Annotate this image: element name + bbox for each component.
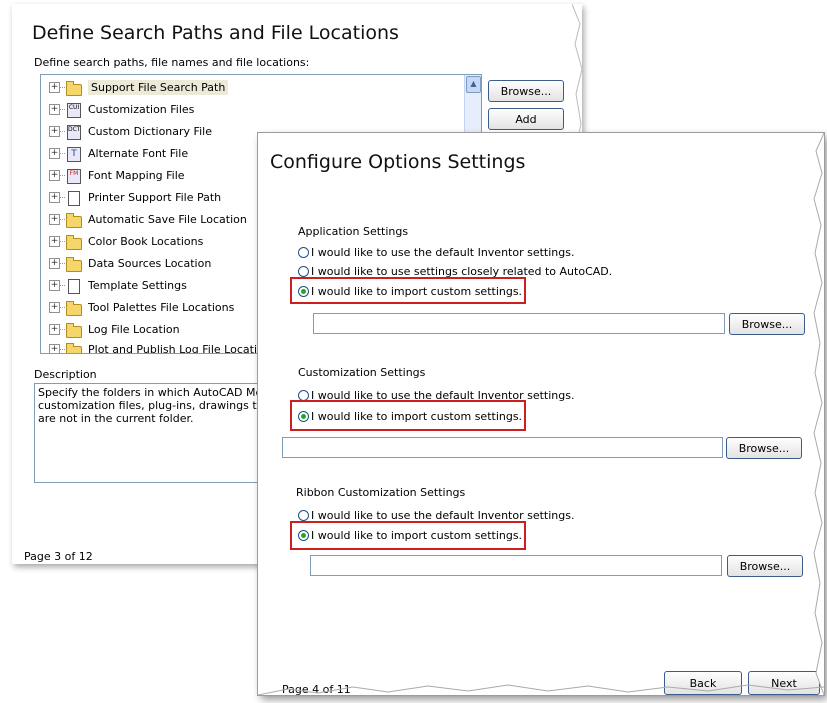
expand-icon[interactable]: + bbox=[49, 170, 65, 181]
tree-item[interactable]: + Tool Palettes File Locations bbox=[41, 297, 234, 318]
customization-file-icon: CUI bbox=[66, 102, 82, 118]
radio-option[interactable]: I would like to import custom settings. bbox=[298, 285, 522, 298]
expand-icon[interactable]: + bbox=[49, 148, 65, 159]
expand-icon[interactable]: + bbox=[49, 258, 65, 269]
tree-item[interactable]: + Color Book Locations bbox=[41, 231, 203, 252]
expand-icon[interactable]: + bbox=[49, 344, 65, 353]
torn-edge bbox=[813, 133, 824, 695]
radio-label: I would like to import custom settings. bbox=[311, 410, 523, 423]
expand-icon[interactable]: + bbox=[49, 104, 65, 115]
tree-item-label: Log File Location bbox=[88, 323, 180, 336]
expand-icon[interactable]: + bbox=[49, 324, 65, 335]
page-indicator: Page 3 of 12 bbox=[24, 550, 93, 563]
browse-button[interactable]: Browse... bbox=[729, 313, 805, 335]
browse-button[interactable]: Browse... bbox=[726, 437, 802, 459]
tree-item[interactable]: + Template Settings bbox=[41, 275, 187, 296]
tree-item-label: Color Book Locations bbox=[88, 235, 204, 248]
folder-icon bbox=[66, 256, 82, 272]
tree-item-label: Printer Support File Path bbox=[88, 191, 222, 204]
tree-item-label: Custom Dictionary File bbox=[88, 125, 212, 138]
dialog-subtitle: Define search paths, file names and file… bbox=[34, 56, 310, 69]
radio-label: I would like to import custom settings. bbox=[311, 285, 523, 298]
tree-item[interactable]: + Automatic Save File Location bbox=[41, 209, 247, 230]
expand-icon[interactable]: + bbox=[49, 280, 65, 291]
tree-item-label: Support File Search Path bbox=[88, 80, 229, 95]
font-file-icon: T bbox=[66, 146, 82, 162]
font-mapping-icon: FM bbox=[66, 168, 82, 184]
tree-item[interactable]: + T Alternate Font File bbox=[41, 143, 188, 164]
radio-button-selected[interactable] bbox=[298, 530, 309, 541]
radio-label: I would like to use the default Inventor… bbox=[311, 246, 575, 259]
browse-button[interactable]: Browse... bbox=[727, 555, 803, 577]
tree-item[interactable]: + Support File Search Path bbox=[41, 77, 229, 98]
radio-option[interactable]: I would like to import custom settings. bbox=[298, 529, 522, 542]
folder-icon bbox=[66, 342, 82, 353]
expand-icon[interactable]: + bbox=[49, 82, 65, 93]
dictionary-file-icon: DCT bbox=[66, 124, 82, 140]
tree-item-label: Customization Files bbox=[88, 103, 195, 116]
configure-options-dialog: Configure Options Settings Application S… bbox=[258, 133, 824, 696]
description-label: Description bbox=[34, 368, 97, 381]
add-button[interactable]: Add bbox=[488, 108, 564, 130]
tree-item[interactable]: + Data Sources Location bbox=[41, 253, 211, 274]
tree-item-label: Plot and Publish Log File Location bbox=[88, 343, 271, 354]
document-icon bbox=[66, 278, 82, 294]
tree-item-label: Template Settings bbox=[88, 279, 187, 292]
section-heading: Application Settings bbox=[298, 225, 409, 238]
section-heading: Customization Settings bbox=[298, 366, 426, 379]
tree-item[interactable]: + DCT Custom Dictionary File bbox=[41, 121, 212, 142]
folder-icon bbox=[66, 300, 82, 316]
expand-icon[interactable]: + bbox=[49, 126, 65, 137]
path-input[interactable] bbox=[282, 437, 723, 458]
path-input[interactable] bbox=[313, 313, 725, 334]
document-icon bbox=[66, 190, 82, 206]
tree-item[interactable]: + Plot and Publish Log File Location bbox=[41, 339, 271, 354]
radio-label: I would like to import custom settings. bbox=[311, 529, 523, 542]
folder-icon bbox=[66, 212, 82, 228]
radio-button-selected[interactable] bbox=[298, 411, 309, 422]
radio-button[interactable] bbox=[298, 510, 309, 521]
dialog-title: Configure Options Settings bbox=[270, 151, 526, 173]
section-heading: Ribbon Customization Settings bbox=[296, 486, 466, 499]
tree-item-label: Tool Palettes File Locations bbox=[88, 301, 235, 314]
tree-item[interactable]: + Printer Support File Path bbox=[41, 187, 221, 208]
radio-option[interactable]: I would like to import custom settings. bbox=[298, 410, 522, 423]
tree-item[interactable]: + FM Font Mapping File bbox=[41, 165, 185, 186]
tree-item-label: Data Sources Location bbox=[88, 257, 212, 270]
radio-button[interactable] bbox=[298, 247, 309, 258]
expand-icon[interactable]: + bbox=[49, 192, 65, 203]
tree-item-label: Font Mapping File bbox=[88, 169, 185, 182]
expand-icon[interactable]: + bbox=[49, 302, 65, 313]
torn-edge bbox=[258, 684, 824, 695]
radio-button-selected[interactable] bbox=[298, 286, 309, 297]
expand-icon[interactable]: + bbox=[49, 214, 65, 225]
tree-item-label: Automatic Save File Location bbox=[88, 213, 247, 226]
folder-icon bbox=[66, 234, 82, 250]
folder-icon bbox=[66, 322, 82, 338]
scroll-up-icon[interactable]: ▲ bbox=[466, 76, 481, 93]
radio-button[interactable] bbox=[298, 266, 309, 277]
path-input[interactable] bbox=[310, 555, 722, 576]
folder-icon bbox=[66, 80, 82, 96]
expand-icon[interactable]: + bbox=[49, 236, 65, 247]
radio-option[interactable]: I would like to use the default Inventor… bbox=[298, 246, 574, 259]
tree-item[interactable]: + CUI Customization Files bbox=[41, 99, 194, 120]
dialog-title: Define Search Paths and File Locations bbox=[32, 22, 399, 44]
tree-item[interactable]: + Log File Location bbox=[41, 319, 180, 340]
tree-item-label: Alternate Font File bbox=[88, 147, 189, 160]
browse-button[interactable]: Browse... bbox=[488, 80, 564, 102]
